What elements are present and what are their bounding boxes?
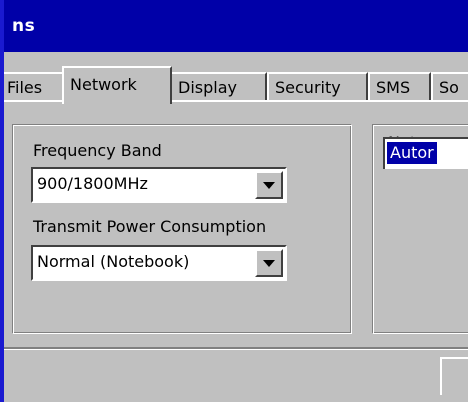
- window-title: ns: [12, 16, 36, 36]
- tab-display[interactable]: Display: [170, 72, 267, 102]
- button-bar-divider: [4, 347, 468, 350]
- tab-label: Security: [275, 78, 341, 97]
- transmit-power-label: Transmit Power Consumption: [33, 217, 267, 236]
- frequency-group: Frequency Band 900/1800MHz Transmit Powe…: [12, 124, 352, 334]
- transmit-power-dropdown[interactable]: Normal (Notebook): [31, 245, 287, 281]
- tab-security[interactable]: Security: [267, 72, 368, 102]
- tab-overflow[interactable]: So: [431, 72, 468, 102]
- tab-network[interactable]: Network: [62, 66, 172, 104]
- tab-files[interactable]: Files: [4, 72, 64, 102]
- frequency-band-value: 900/1800MHz: [37, 174, 148, 193]
- tab-sms[interactable]: SMS: [368, 72, 431, 102]
- transmit-power-dropdown-button[interactable]: [255, 249, 283, 277]
- tab-label: So: [439, 78, 459, 97]
- title-bar: ns: [4, 0, 468, 52]
- frequency-band-dropdown-button[interactable]: [255, 171, 283, 199]
- tab-label: Network: [70, 75, 137, 94]
- tab-label: Display: [178, 78, 237, 97]
- transmit-power-value: Normal (Notebook): [37, 252, 190, 271]
- network-value: Autor: [387, 142, 437, 164]
- network-dropdown[interactable]: Autor: [383, 137, 468, 169]
- tab-label: Files: [7, 78, 43, 97]
- chevron-down-icon: [263, 260, 275, 267]
- tab-label: SMS: [376, 78, 411, 97]
- frequency-band-dropdown[interactable]: 900/1800MHz: [31, 167, 287, 203]
- frequency-band-label: Frequency Band: [33, 141, 162, 160]
- dialog-button[interactable]: [440, 357, 468, 395]
- chevron-down-icon: [263, 182, 275, 189]
- dialog-client-area: Files Network Display Security SMS So Fr…: [4, 52, 468, 402]
